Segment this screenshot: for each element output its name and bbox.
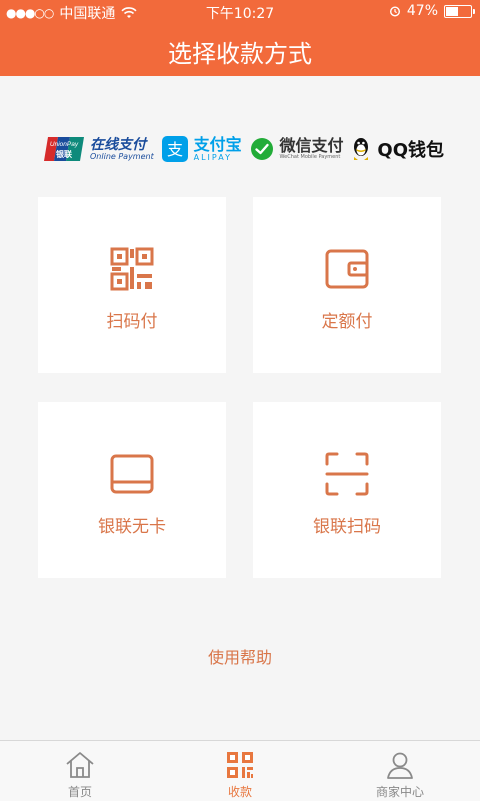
wechat-pay-icon — [250, 138, 273, 160]
unionpay-logo: UnionPay 银联 在线支付 Online Payment — [44, 135, 154, 163]
wechat-pay-logo: 微信支付 WeChat Mobile Payment — [250, 137, 344, 161]
help-link[interactable]: 使用帮助 — [0, 644, 480, 668]
tile-scan-pay-label: 扫码付 — [106, 312, 158, 332]
battery-percent: 47% — [406, 3, 438, 19]
tile-unionpay-scan[interactable]: 银联扫码 — [253, 402, 441, 578]
qq-wallet-name: QQ钱包 — [377, 140, 444, 161]
wechat-pay-sub: WeChat Mobile Payment — [279, 154, 341, 160]
alarm-icon — [389, 6, 400, 17]
tile-unionpay-cardless-label: 银联无卡 — [98, 517, 166, 537]
tile-unionpay-scan-label: 银联扫码 — [313, 517, 381, 537]
unionpay-sub: Online Payment — [90, 151, 154, 161]
alipay-glyph: 支 — [167, 140, 183, 159]
tab-collect-label: 收款 — [227, 785, 252, 799]
unionpay-name: 在线支付 — [90, 136, 146, 153]
alipay-sub: ALIPAY — [193, 152, 232, 162]
tile-fixed-amount-pay-label: 定额付 — [321, 312, 373, 332]
app-header: ●●●○○ 中国联通 下午10:27 47% 选择收款方式 — [0, 0, 480, 76]
qrcode-icon — [227, 752, 253, 778]
scan-icon — [325, 452, 369, 496]
user-icon — [387, 752, 413, 779]
tab-merchant-center[interactable]: 商家中心 — [320, 741, 480, 801]
tile-unionpay-cardless[interactable]: 银联无卡 — [38, 402, 226, 578]
wechat-pay-name: 微信支付 — [279, 136, 344, 155]
tab-collect[interactable]: 收款 — [160, 741, 320, 801]
alipay-name: 支付宝 — [193, 134, 242, 154]
unionpay-badge-icon: UnionPay 银联 — [44, 137, 84, 161]
card-icon — [110, 454, 154, 494]
unionpay-badge-top: UnionPay — [50, 141, 79, 148]
status-bar: ●●●○○ 中国联通 下午10:27 47% — [0, 0, 480, 24]
alipay-icon: 支 — [161, 136, 188, 162]
payment-logos: UnionPay 银联 在线支付 Online Payment 支 支付宝 AL… — [44, 132, 444, 166]
tab-merchant-center-label: 商家中心 — [375, 785, 424, 799]
tab-home-label: 首页 — [67, 785, 92, 799]
unionpay-badge-bottom: 银联 — [55, 149, 72, 159]
tab-home[interactable]: 首页 — [0, 741, 160, 801]
tile-fixed-amount-pay[interactable]: 定额付 — [253, 197, 441, 373]
battery-icon — [444, 4, 475, 18]
tile-scan-pay[interactable]: 扫码付 — [38, 197, 226, 373]
alipay-logo: 支 支付宝 ALIPAY — [161, 134, 242, 162]
wallet-icon — [325, 249, 369, 289]
qq-penguin-icon — [354, 138, 369, 160]
page-title: 选择收款方式 — [168, 40, 312, 68]
home-icon — [66, 752, 94, 778]
qq-wallet-logo: QQ钱包 — [351, 136, 444, 162]
bottom-tab-bar: 首页 收款 商家中心 — [0, 740, 480, 801]
qrcode-icon — [110, 247, 154, 291]
